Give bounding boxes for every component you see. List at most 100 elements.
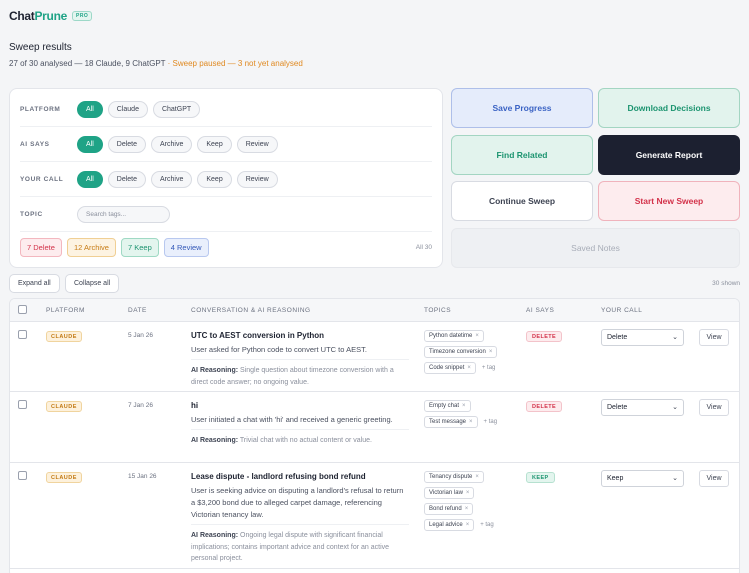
view-button[interactable]: View (699, 470, 729, 487)
conversation-cell: Lease dispute - landlord refusing bond r… (191, 472, 409, 565)
download-decisions-button[interactable]: Download Decisions (598, 88, 740, 128)
select-all-checkbox[interactable] (18, 305, 27, 314)
save-progress-button[interactable]: Save Progress (451, 88, 593, 128)
summary-counts: 27 of 30 analysed — 18 Claude, 9 ChatGPT (9, 59, 166, 68)
remove-tag-icon[interactable]: × (467, 365, 471, 371)
ai-says-filter-label: AI SAYS (20, 141, 50, 148)
remove-tag-icon[interactable]: × (466, 522, 470, 528)
conversation-title[interactable]: hi (191, 401, 409, 410)
your-call-select[interactable]: Delete ⌄ (601, 399, 684, 416)
platform-filter-all[interactable]: All (77, 101, 103, 118)
platform-filter-claude[interactable]: Claude (107, 101, 148, 118)
topic-filter-label: TOPIC (20, 211, 43, 218)
table-row[interactable]: CLAUDE 7 Jan 26 hi User initiated a chat… (10, 392, 739, 463)
your-call-filter-keep[interactable]: Keep (197, 171, 232, 188)
remove-tag-icon[interactable]: × (462, 403, 466, 409)
topic-tag: Test message × (424, 416, 478, 428)
ai-says-filter-row: AI SAYS All Delete Archive Keep Review (20, 128, 432, 162)
remove-tag-icon[interactable]: × (475, 474, 479, 480)
chevron-down-icon: ⌄ (672, 475, 678, 482)
add-tag-button[interactable]: + tag (481, 416, 501, 428)
add-tag-button[interactable]: + tag (477, 519, 497, 531)
table-row[interactable]: CLAUDE 5 Jan 26 UTC to AEST conversion i… (10, 322, 739, 392)
ai-says-filter-archive[interactable]: Archive (151, 136, 193, 153)
platform-filter-row: PLATFORM All Claude ChatGPT (20, 93, 432, 127)
table-row[interactable]: CLAUDE 15 Jan 26 Lease dispute - landlor… (10, 463, 739, 569)
col-date: DATE (128, 307, 147, 314)
ai-says-filter-all[interactable]: All (77, 136, 103, 153)
ai-reasoning: AI Reasoning: Trivial chat with no actua… (191, 429, 409, 447)
ai-verdict-badge: DELETE (526, 331, 563, 342)
your-call-filter-row: YOUR CALL All Delete Archive Keep Review (20, 163, 432, 197)
conversation-cell: hi User initiated a chat with 'hi' and r… (191, 401, 409, 447)
topic-tag: Python datetime × (424, 330, 484, 342)
all-count: All 30 (415, 243, 432, 251)
review-count-badge[interactable]: 4 Review (163, 237, 209, 257)
remove-tag-icon[interactable]: × (465, 506, 469, 512)
topic-tag: Victorian law × (424, 487, 475, 499)
view-button[interactable]: View (699, 399, 729, 416)
topics-cell: Empty chat × Test message × + tag (424, 400, 524, 432)
your-call-select[interactable]: Keep ⌄ (601, 470, 684, 487)
your-call-select[interactable]: Delete ⌄ (601, 329, 684, 346)
app-logo[interactable]: ChatPrune (9, 9, 67, 23)
conversation-cell: UTC to AEST conversion in Python User as… (191, 331, 409, 388)
conversation-summary: User asked for Python code to convert UT… (191, 345, 367, 354)
ai-reasoning: AI Reasoning: Ongoing legal dispute with… (191, 524, 409, 565)
brand: ChatPrune PRO (9, 9, 93, 23)
saved-notes-button[interactable]: Saved Notes (451, 228, 740, 268)
generate-report-button[interactable]: Generate Report (598, 135, 740, 175)
find-related-button[interactable]: Find Related (451, 135, 593, 175)
delete-count-badge[interactable]: 7 Delete (20, 237, 62, 257)
decision-counts: 7 Delete 12 Archive 7 Keep 4 Review All … (20, 237, 432, 257)
topics-cell: Tenancy dispute × Victorian law × Bond ref… (424, 471, 524, 535)
ai-says-filter-review[interactable]: Review (236, 136, 278, 153)
row-date: 7 Jan 26 (128, 402, 153, 409)
ai-says-filter-delete[interactable]: Delete (107, 136, 147, 153)
sweep-summary: 27 of 30 analysed — 18 Claude, 9 ChatGPT… (9, 59, 303, 68)
remove-tag-icon[interactable]: × (489, 349, 493, 355)
platform-badge: CLAUDE (46, 472, 82, 483)
pro-badge: PRO (71, 11, 93, 21)
keep-count-badge[interactable]: 7 Keep (120, 237, 159, 257)
tag-search-input[interactable] (77, 206, 170, 223)
ai-says-filter-keep[interactable]: Keep (197, 136, 232, 153)
col-ai-says: AI SAYS (526, 307, 555, 314)
topic-tag: Timezone conversion × (424, 346, 498, 358)
continue-sweep-button[interactable]: Continue Sweep (451, 181, 593, 221)
conversation-title[interactable]: Lease dispute - landlord refusing bond r… (191, 472, 409, 481)
start-new-sweep-button[interactable]: Start New Sweep (598, 181, 740, 221)
results-table: PLATFORM DATE CONVERSATION & AI REASONIN… (9, 298, 740, 573)
row-checkbox[interactable] (18, 330, 27, 339)
chevron-down-icon: ⌄ (672, 334, 678, 341)
platform-filter-chatgpt[interactable]: ChatGPT (152, 101, 201, 118)
remove-tag-icon[interactable]: × (469, 419, 473, 425)
platform-filter-label: PLATFORM (20, 106, 61, 113)
topic-tag: Empty chat × (424, 400, 471, 412)
add-tag-button[interactable]: + tag (479, 362, 499, 374)
page-title: Sweep results (9, 42, 72, 53)
your-call-filter-label: YOUR CALL (20, 176, 64, 183)
topic-tag: Code snippet × (424, 362, 476, 374)
topic-tag: Legal advice × (424, 519, 475, 531)
remove-tag-icon[interactable]: × (475, 333, 479, 339)
conversation-summary: User is seeking advice on disputing a la… (191, 486, 404, 519)
collapse-all-button[interactable]: Collapse all (65, 274, 120, 293)
row-date: 5 Jan 26 (128, 332, 153, 339)
view-button[interactable]: View (699, 329, 729, 346)
your-call-filter-review[interactable]: Review (236, 171, 278, 188)
your-call-filter-all[interactable]: All (77, 171, 103, 188)
archive-count-badge[interactable]: 12 Archive (66, 237, 116, 257)
topic-filter-row: TOPIC (20, 198, 432, 232)
ai-verdict-badge: DELETE (526, 401, 563, 412)
your-call-filter-delete[interactable]: Delete (107, 171, 147, 188)
conversation-title[interactable]: UTC to AEST conversion in Python (191, 331, 409, 340)
topic-tag: Bond refund × (424, 503, 474, 515)
sweep-paused-status: · Sweep paused — 3 not yet analysed (165, 59, 303, 68)
chevron-down-icon: ⌄ (672, 404, 678, 411)
your-call-filter-archive[interactable]: Archive (151, 171, 193, 188)
expand-all-button[interactable]: Expand all (9, 274, 60, 293)
row-checkbox[interactable] (18, 400, 27, 409)
row-checkbox[interactable] (18, 471, 27, 480)
remove-tag-icon[interactable]: × (466, 490, 470, 496)
